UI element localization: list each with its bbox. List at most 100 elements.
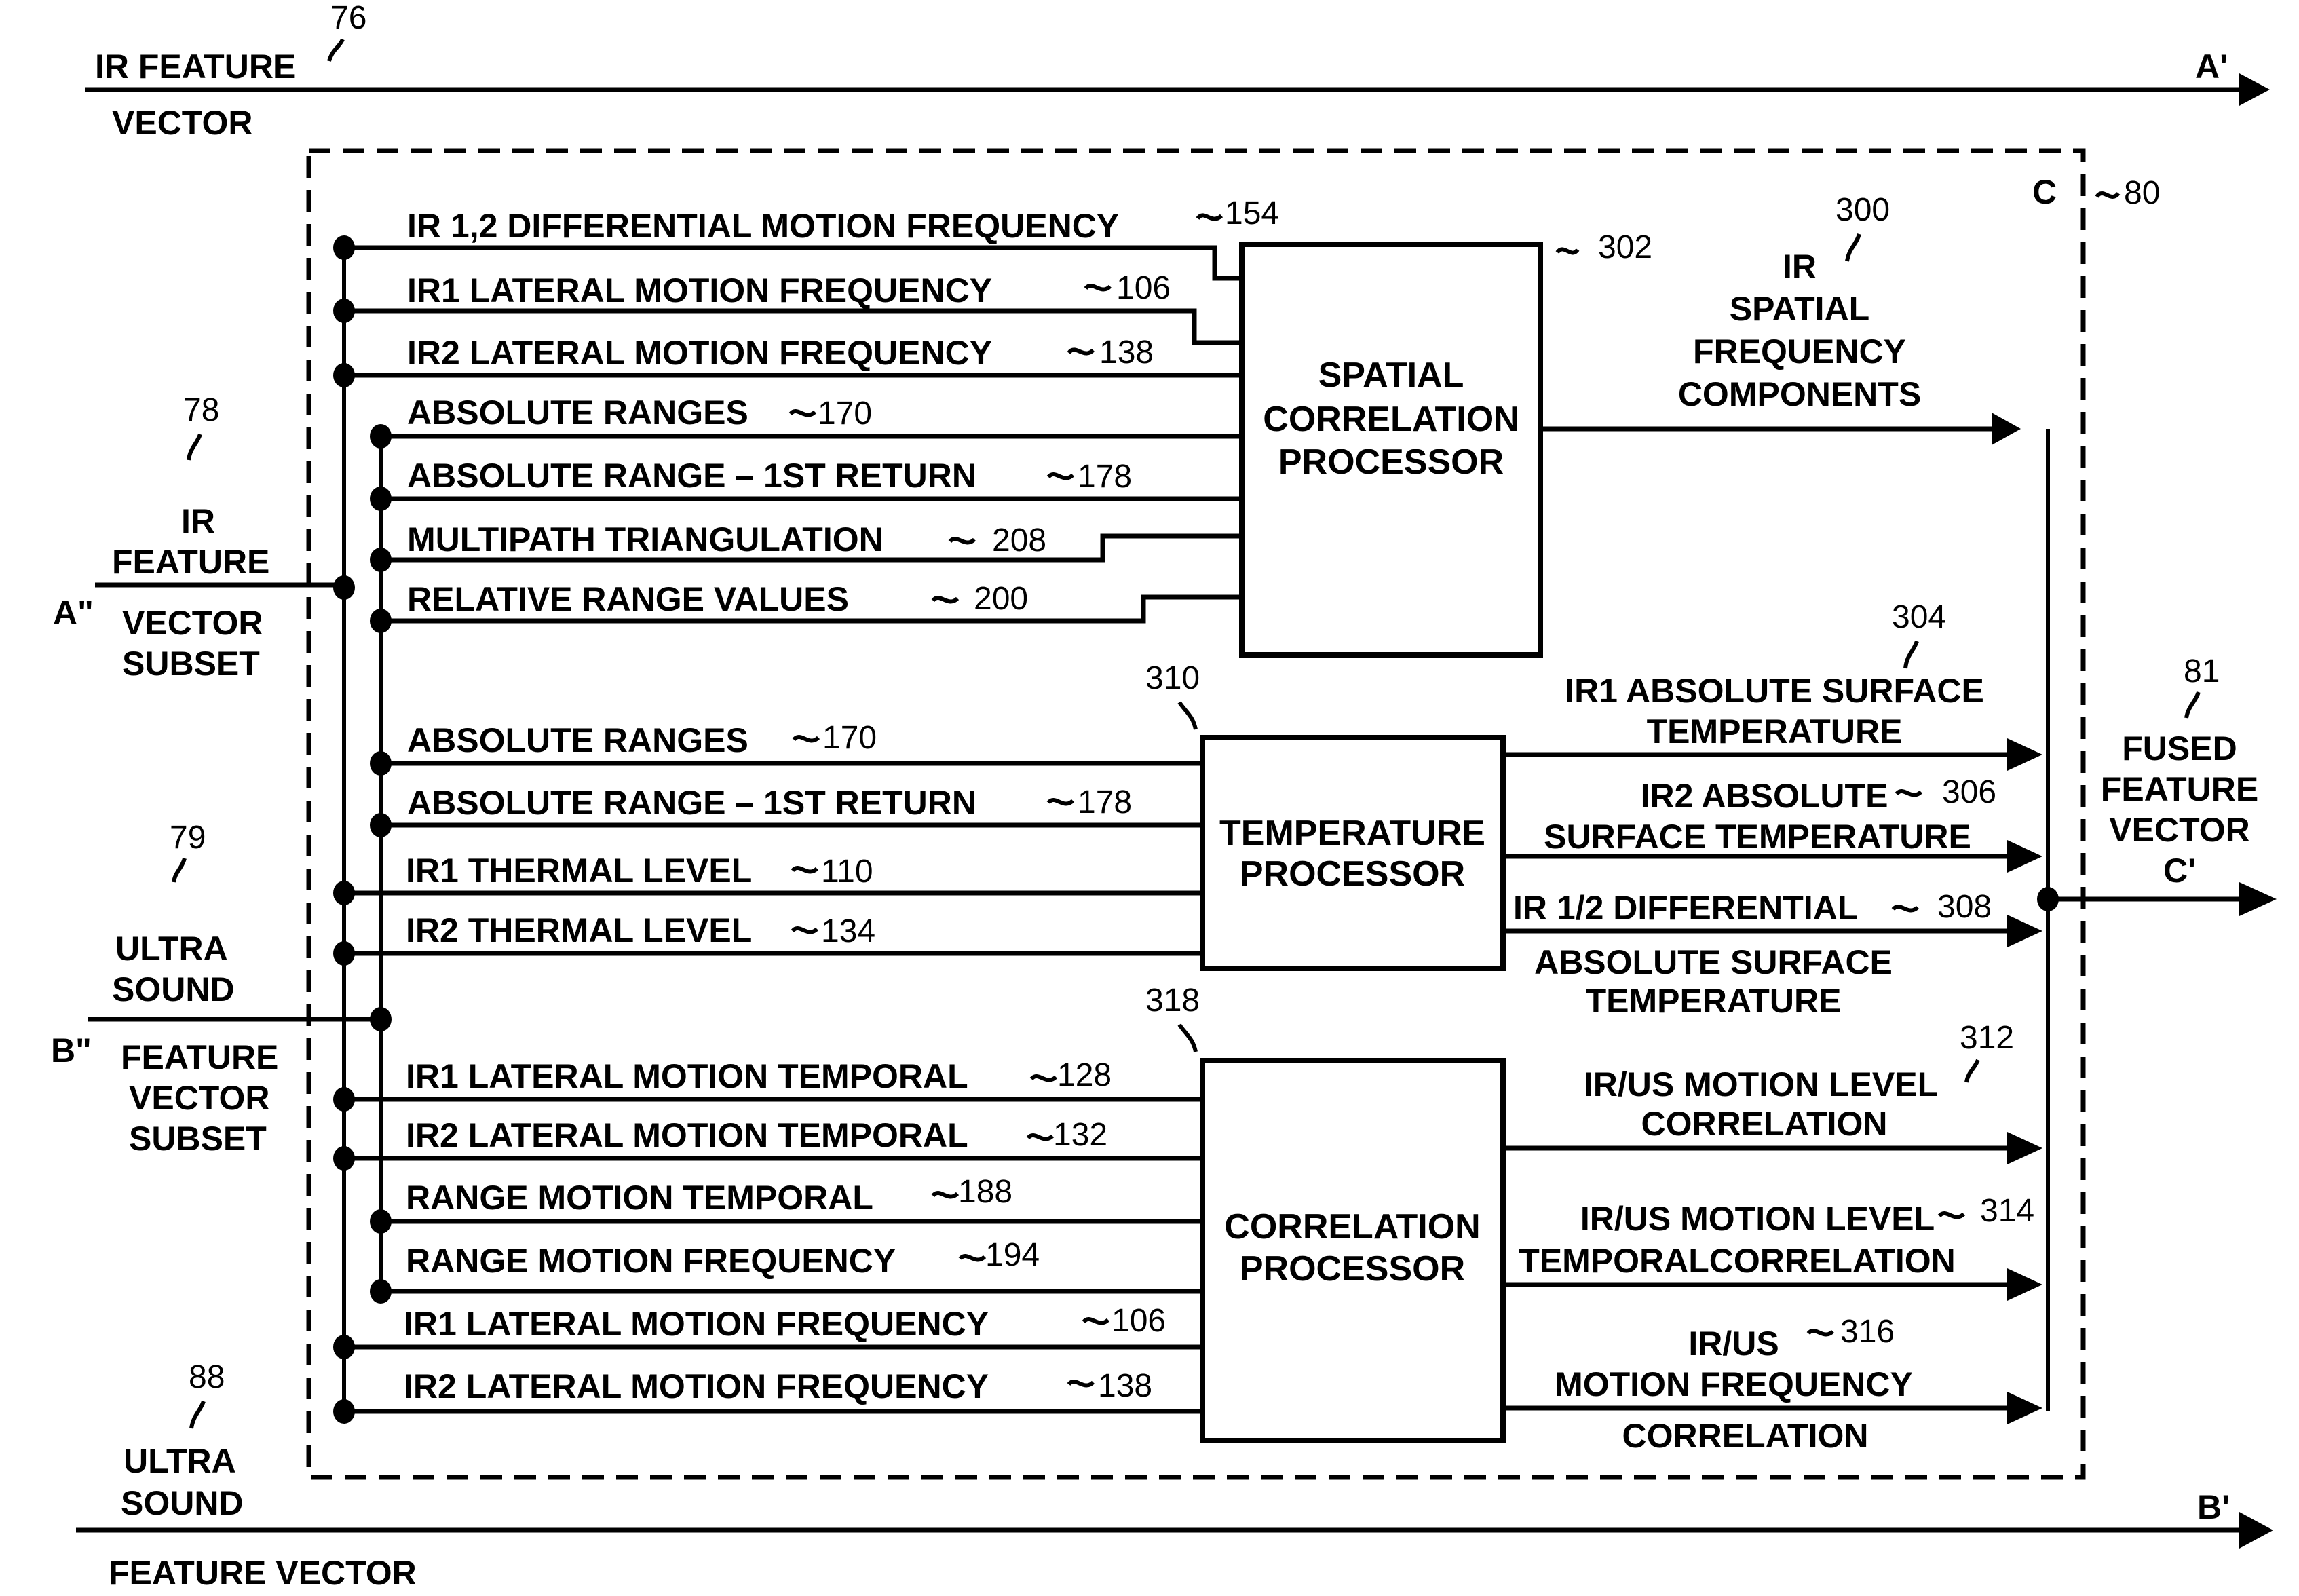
leader-squiggle-icon (1177, 1023, 1198, 1052)
spatial-processor-title-3: PROCESSOR (1278, 442, 1504, 482)
input-ref: 134 (821, 913, 875, 949)
ir-subset-label-2: FEATURE (112, 543, 269, 581)
ref-312: 312 (1960, 1020, 2014, 1056)
ref-318: 318 (1145, 983, 1200, 1019)
leader-squiggle-icon (1903, 640, 1919, 669)
us-subset-label-5: SUBSET (129, 1120, 267, 1158)
leader-squiggle-icon (792, 735, 820, 743)
ref-80: 80 (2124, 175, 2160, 211)
output-label-line: TEMPORALCORRELATION (1519, 1242, 1955, 1280)
output-label-line: COMPONENTS (1678, 375, 1921, 413)
output-label-line: SPATIAL (1730, 290, 1869, 328)
arrow-right-icon (2239, 73, 2270, 106)
leader-squiggle-icon (1177, 701, 1198, 730)
leader-squiggle-icon (1937, 1211, 1966, 1219)
leader-squiggle-icon (791, 926, 819, 934)
fused-label-1: FUSED (2122, 729, 2237, 767)
ref-88: 88 (189, 1359, 225, 1395)
input-label: RELATIVE RANGE VALUES (407, 580, 849, 618)
leader-squiggle-icon (1196, 213, 1223, 221)
port-a-double-prime: A" (53, 594, 94, 632)
ref-76: 76 (330, 0, 366, 36)
input-label: IR1 THERMAL LEVEL (406, 852, 752, 890)
correlation-processor-title-2: PROCESSOR (1240, 1249, 1465, 1289)
output-label-line: TEMPERATURE (1586, 982, 1842, 1020)
input-label: IR2 LATERAL MOTION FREQUENCY (407, 334, 992, 372)
output-label-line: FREQUENCY (1693, 332, 1906, 370)
junction-dot-icon (333, 235, 355, 260)
arrow-right-icon (2239, 1512, 2273, 1548)
leader-squiggle-icon (1555, 247, 1580, 255)
input-label: MULTIPATH TRIANGULATION (407, 520, 884, 558)
leader-squiggle-icon (1891, 905, 1920, 913)
output-label-line: CORRELATION (1622, 1417, 1869, 1455)
input-ref: 132 (1053, 1117, 1107, 1153)
input-label: RANGE MOTION FREQUENCY (406, 1242, 896, 1280)
port-c-prime: C' (2163, 852, 2196, 890)
ref-316: 316 (1840, 1314, 1895, 1350)
correlation-processor: CORRELATION PROCESSOR 318 IR1 LATERAL MO… (333, 983, 2042, 1455)
junction-dot-icon (370, 1007, 392, 1031)
leader-squiggle-icon (1895, 789, 1923, 797)
leader-squiggle-icon (189, 1400, 206, 1429)
arrow-right-icon (2007, 915, 2042, 947)
leader-squiggle-icon (1067, 347, 1095, 356)
temperature-processor-title-1: TEMPERATURE (1219, 814, 1485, 853)
leader-squiggle-icon (958, 1254, 987, 1262)
output-label-line: TEMPERATURE (1647, 712, 1903, 750)
fused-label-3: VECTOR (2109, 811, 2249, 849)
ir-feature-vector: IR FEATURE VECTOR 76 A' (85, 0, 2270, 142)
junction-dot-icon (333, 363, 355, 387)
ref-302: 302 (1598, 229, 1652, 265)
ref-310: 310 (1145, 660, 1200, 696)
input-ref: 188 (958, 1174, 1012, 1210)
ref-304: 304 (1892, 599, 1946, 635)
input-ref: 178 (1078, 459, 1132, 495)
us-subset-label-4: VECTOR (129, 1079, 269, 1117)
output-label-line: IR/US MOTION LEVEL (1584, 1065, 1938, 1103)
arrow-right-icon (2007, 1392, 2042, 1424)
output-label-line: IR 1/2 DIFFERENTIAL (1513, 889, 1858, 927)
junction-dot-icon (333, 1146, 355, 1171)
output-label-line: MOTION FREQUENCY (1555, 1365, 1913, 1403)
arrow-right-icon (2007, 840, 2042, 873)
input-ref: 138 (1099, 335, 1154, 370)
input-ref: 208 (992, 522, 1046, 558)
output-label-line: ABSOLUTE SURFACE (1534, 943, 1893, 981)
leader-squiggle-icon (327, 38, 345, 62)
us-subset-label-1: ULTRA (115, 930, 228, 968)
input-ref: 106 (1112, 1303, 1166, 1339)
input-ref: 170 (822, 720, 877, 756)
junction-dot-icon (333, 1087, 355, 1112)
leader-squiggle-icon (1845, 233, 1861, 262)
output-label-line: IR/US MOTION LEVEL (1580, 1200, 1935, 1238)
spatial-processor-title-1: SPATIAL (1318, 356, 1464, 395)
input-ref: 110 (821, 854, 873, 890)
ir-subset-label-3: VECTOR (122, 604, 263, 642)
temperature-processor-title-2: PROCESSOR (1240, 854, 1465, 894)
arrow-right-icon (2239, 882, 2277, 916)
input-label: ABSOLUTE RANGE – 1ST RETURN (407, 457, 976, 495)
leader-squiggle-icon (1029, 1074, 1058, 1082)
input-ref: 200 (974, 581, 1028, 617)
input-label: RANGE MOTION TEMPORAL (406, 1179, 873, 1217)
ref-78: 78 (183, 392, 219, 428)
leader-squiggle-icon (791, 866, 819, 874)
leader-squiggle-icon (1964, 1059, 1980, 1083)
ref-300: 300 (1836, 192, 1890, 228)
input-label: IR 1,2 DIFFERENTIAL MOTION FREQUENCY (407, 207, 1119, 245)
junction-dot-icon (333, 299, 355, 323)
junction-dot-icon (370, 424, 392, 449)
input-ref: 194 (985, 1237, 1040, 1273)
input-label: IR2 LATERAL MOTION FREQUENCY (404, 1367, 989, 1405)
junction-dot-icon (370, 487, 392, 511)
leader-squiggle-icon (2095, 191, 2121, 199)
us-subset-label-2: SOUND (112, 970, 235, 1008)
ref-81: 81 (2184, 653, 2220, 689)
input-ref: 128 (1057, 1057, 1112, 1093)
leader-squiggle-icon (1084, 284, 1112, 292)
input-ref: 170 (818, 396, 872, 432)
ir-subset-label-4: SUBSET (122, 645, 260, 683)
fused-label-2: FEATURE (2101, 770, 2258, 808)
input-label: ABSOLUTE RANGES (407, 721, 748, 759)
